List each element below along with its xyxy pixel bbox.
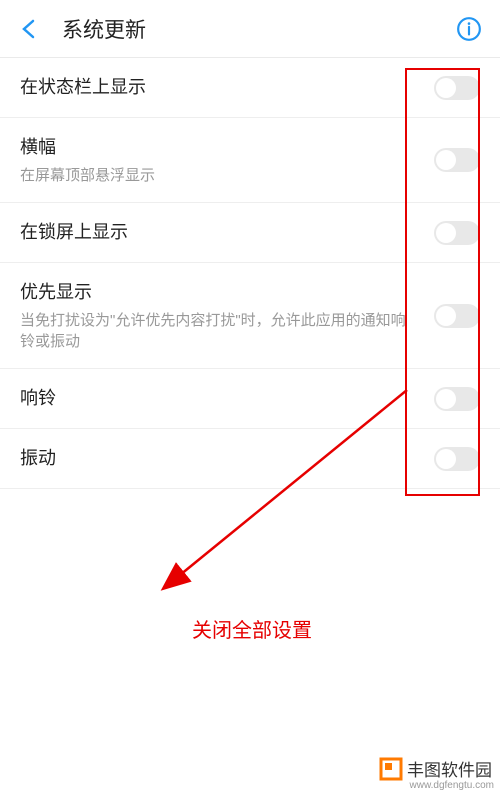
setting-banner: 横幅 在屏幕顶部悬浮显示 (0, 118, 500, 203)
setting-text: 响铃 (20, 385, 434, 412)
settings-list: 在状态栏上显示 横幅 在屏幕顶部悬浮显示 在锁屏上显示 优先显示 当免打扰设为"… (0, 58, 500, 489)
setting-text: 振动 (20, 445, 434, 472)
setting-label: 优先显示 (20, 279, 434, 306)
setting-priority: 优先显示 当免打扰设为"允许优先内容打扰"时，允许此应用的通知响铃或振动 (0, 263, 500, 369)
watermark-logo-icon (379, 757, 403, 781)
setting-lockscreen: 在锁屏上显示 (0, 203, 500, 263)
setting-text: 优先显示 当免打扰设为"允许优先内容打扰"时，允许此应用的通知响铃或振动 (20, 279, 434, 352)
toggle-statusbar[interactable] (434, 76, 480, 100)
setting-statusbar: 在状态栏上显示 (0, 58, 500, 118)
setting-text: 在状态栏上显示 (20, 74, 434, 101)
toggle-vibrate[interactable] (434, 447, 480, 471)
back-icon[interactable] (18, 17, 42, 41)
watermark-url: www.dgfengtu.com (410, 780, 495, 791)
setting-label: 振动 (20, 445, 434, 472)
setting-sublabel: 在屏幕顶部悬浮显示 (20, 165, 410, 186)
setting-vibrate: 振动 (0, 429, 500, 489)
watermark: 丰图软件园 (375, 754, 496, 783)
setting-label: 响铃 (20, 385, 434, 412)
annotation-text: 关闭全部设置 (192, 614, 312, 643)
setting-sound: 响铃 (0, 369, 500, 429)
info-icon[interactable] (456, 16, 482, 42)
setting-label: 横幅 (20, 134, 434, 161)
toggle-priority[interactable] (434, 304, 480, 328)
setting-text: 横幅 在屏幕顶部悬浮显示 (20, 134, 434, 186)
toggle-banner[interactable] (434, 148, 480, 172)
page-title: 系统更新 (62, 14, 456, 44)
toggle-sound[interactable] (434, 387, 480, 411)
toggle-lockscreen[interactable] (434, 221, 480, 245)
watermark-name: 丰图软件园 (407, 756, 492, 781)
setting-text: 在锁屏上显示 (20, 219, 434, 246)
header: 系统更新 (0, 0, 500, 58)
setting-label: 在锁屏上显示 (20, 219, 434, 246)
setting-sublabel: 当免打扰设为"允许优先内容打扰"时，允许此应用的通知响铃或振动 (20, 310, 410, 352)
setting-label: 在状态栏上显示 (20, 74, 434, 101)
